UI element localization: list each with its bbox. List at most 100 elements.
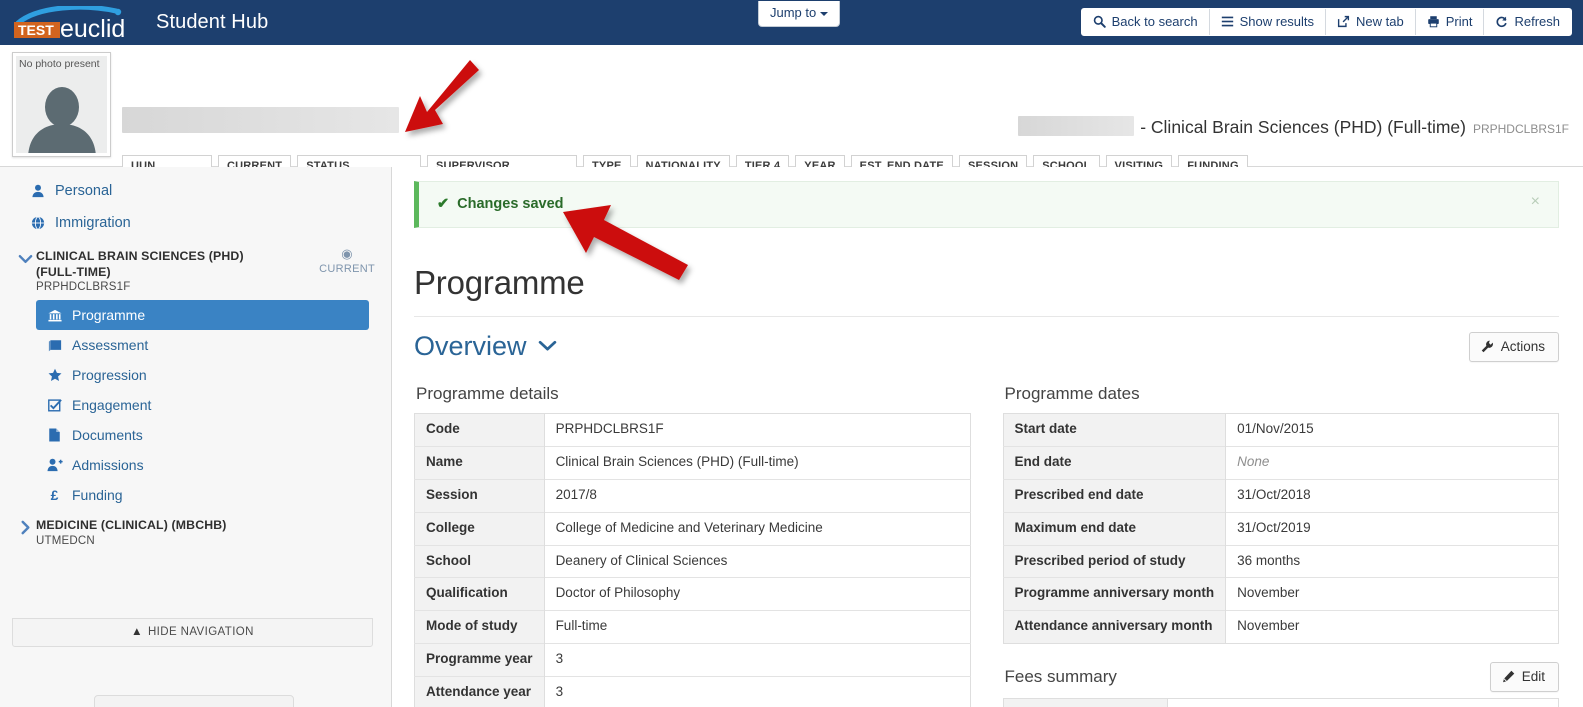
chevron-down-icon <box>14 249 36 268</box>
sidebar-item-engagement[interactable]: Engagement <box>36 390 369 420</box>
refresh-icon <box>1495 15 1508 28</box>
hide-navigation-label: HIDE NAVIGATION <box>148 626 254 638</box>
student-name-redacted <box>122 107 399 133</box>
row-value: None <box>1226 446 1559 479</box>
sidebar-item-label: Personal <box>55 183 112 199</box>
sidebar-second-programme-group[interactable]: MEDICINE (CLINICAL) (MBCHB) UTMEDCN <box>0 510 391 551</box>
external-link-icon <box>1337 15 1350 28</box>
row-value: 31/Oct/2019 <box>1226 512 1559 545</box>
table-row: Programme year3 <box>415 644 971 677</box>
row-value: 3 <box>544 644 970 677</box>
table-row: SchoolDeanery of Clinical Sciences <box>415 545 971 578</box>
globe-icon <box>30 216 46 230</box>
close-icon[interactable]: × <box>1525 192 1546 212</box>
sidebar-second-programme-code: UTMEDCN <box>36 535 227 547</box>
jump-to-button[interactable]: Jump to <box>758 1 840 27</box>
refresh-button[interactable]: Refresh <box>1484 9 1571 35</box>
app-title: Student Hub <box>156 11 268 34</box>
row-key: School <box>415 545 545 578</box>
sidebar-item-programme[interactable]: Programme <box>36 300 369 330</box>
none-value: None <box>1237 454 1269 469</box>
pound-icon: £ <box>46 487 63 503</box>
edit-button[interactable]: Edit <box>1490 662 1559 692</box>
page-body: Personal Immigration CLINICAL BRAIN SCIE… <box>0 167 1583 707</box>
star-icon <box>46 368 63 382</box>
sidebar-programme-code: PRPHDCLBRS1F <box>36 281 251 293</box>
sidebar-item-funding[interactable]: £ Funding <box>36 480 369 510</box>
book-icon <box>46 339 63 352</box>
row-key: College <box>415 512 545 545</box>
sidebar-programme-group-header[interactable]: CLINICAL BRAIN SCIENCES (PHD) (FULL-TIME… <box>0 239 391 297</box>
row-value: November <box>1226 578 1559 611</box>
row-key: End date <box>1003 446 1226 479</box>
back-to-search-label: Back to search <box>1112 14 1198 29</box>
table-row: NameClinical Brain Sciences (PHD) (Full-… <box>415 446 971 479</box>
programme-details-column: Programme details CodePRPHDCLBRS1F NameC… <box>414 384 971 707</box>
person-silhouette-icon <box>23 87 101 153</box>
fees-key-col <box>1004 699 1168 707</box>
sidebar-item-label: Funding <box>72 487 123 503</box>
sidebar-item-immigration[interactable]: Immigration <box>0 207 391 239</box>
row-key: Start date <box>1003 414 1226 447</box>
row-value: Doctor of Philosophy <box>544 578 970 611</box>
sidebar-item-personal[interactable]: Personal <box>0 175 391 207</box>
row-value: 2017/8 <box>544 479 970 512</box>
table-row: Attendance anniversary monthNovember <box>1003 611 1559 644</box>
edit-label: Edit <box>1522 669 1545 684</box>
partial-offscreen-panel <box>94 695 294 707</box>
sidebar-second-programme-title: MEDICINE (CLINICAL) (MBCHB) <box>36 518 227 534</box>
user-icon <box>30 184 46 198</box>
row-value: 36 months <box>1226 545 1559 578</box>
row-value: PRPHDCLBRS1F <box>544 414 970 447</box>
row-value: 01/Nov/2015 <box>1226 414 1559 447</box>
sidebar-item-assessment[interactable]: Assessment <box>36 330 369 360</box>
overview-label: Overview <box>414 331 527 362</box>
no-photo-label: No photo present <box>19 58 100 70</box>
row-key: Session <box>415 479 545 512</box>
new-tab-button[interactable]: New tab <box>1326 9 1416 35</box>
fees-summary-header: Fees summary Edit <box>1003 662 1560 692</box>
row-key: Prescribed period of study <box>1003 545 1226 578</box>
fees-value-col <box>1168 699 1559 707</box>
row-value: Deanery of Clinical Sciences <box>544 545 970 578</box>
overview-section-header: Overview Actions <box>414 331 1559 362</box>
table-row: Session2017/8 <box>415 479 971 512</box>
show-results-label: Show results <box>1240 14 1314 29</box>
programme-details-heading: Programme details <box>416 384 971 404</box>
actions-button[interactable]: Actions <box>1469 332 1559 362</box>
print-button[interactable]: Print <box>1416 9 1485 35</box>
programme-dates-column: Programme dates Start date01/Nov/2015 En… <box>1003 384 1560 707</box>
row-key: Code <box>415 414 545 447</box>
wrench-icon <box>1481 340 1494 353</box>
euclid-logo[interactable]: TEST euclid <box>12 0 134 45</box>
sidebar-navigation: Personal Immigration CLINICAL BRAIN SCIE… <box>0 167 392 707</box>
fees-summary-heading: Fees summary <box>1005 667 1117 687</box>
chevron-down-icon <box>538 337 557 357</box>
sidebar-item-documents[interactable]: Documents <box>36 420 369 450</box>
list-icon <box>1221 15 1234 28</box>
back-to-search-button[interactable]: Back to search <box>1082 9 1210 35</box>
show-results-button[interactable]: Show results <box>1210 9 1326 35</box>
hide-navigation-button[interactable]: ▲ HIDE NAVIGATION <box>12 618 373 647</box>
top-navigation-bar: TEST euclid Student Hub Jump to Back to … <box>0 0 1583 45</box>
print-label: Print <box>1446 14 1473 29</box>
sidebar-item-progression[interactable]: Progression <box>36 360 369 390</box>
table-row: Prescribed end date31/Oct/2018 <box>1003 479 1559 512</box>
main-content: ✔ Changes saved × Programme Overview Act… <box>392 167 1583 707</box>
printer-icon <box>1427 15 1440 28</box>
chevron-double-up-icon: ▲ <box>131 626 143 638</box>
student-photo: No photo present <box>12 52 111 157</box>
table-row: Attendance year3 <box>415 677 971 707</box>
alert-message: Changes saved <box>457 196 563 212</box>
row-key: Qualification <box>415 578 545 611</box>
sidebar-item-label: Progression <box>72 367 147 383</box>
row-key: Mode of study <box>415 611 545 644</box>
overview-dropdown[interactable]: Overview <box>414 331 557 362</box>
sidebar-item-label: Programme <box>72 307 145 323</box>
svg-text:euclid: euclid <box>60 15 125 40</box>
clock-icon: ◉ <box>319 247 375 262</box>
sidebar-item-admissions[interactable]: Admissions <box>36 450 369 480</box>
table-row: End date None <box>1003 446 1559 479</box>
row-value: 3 <box>544 677 970 707</box>
table-row: Mode of studyFull-time <box>415 611 971 644</box>
